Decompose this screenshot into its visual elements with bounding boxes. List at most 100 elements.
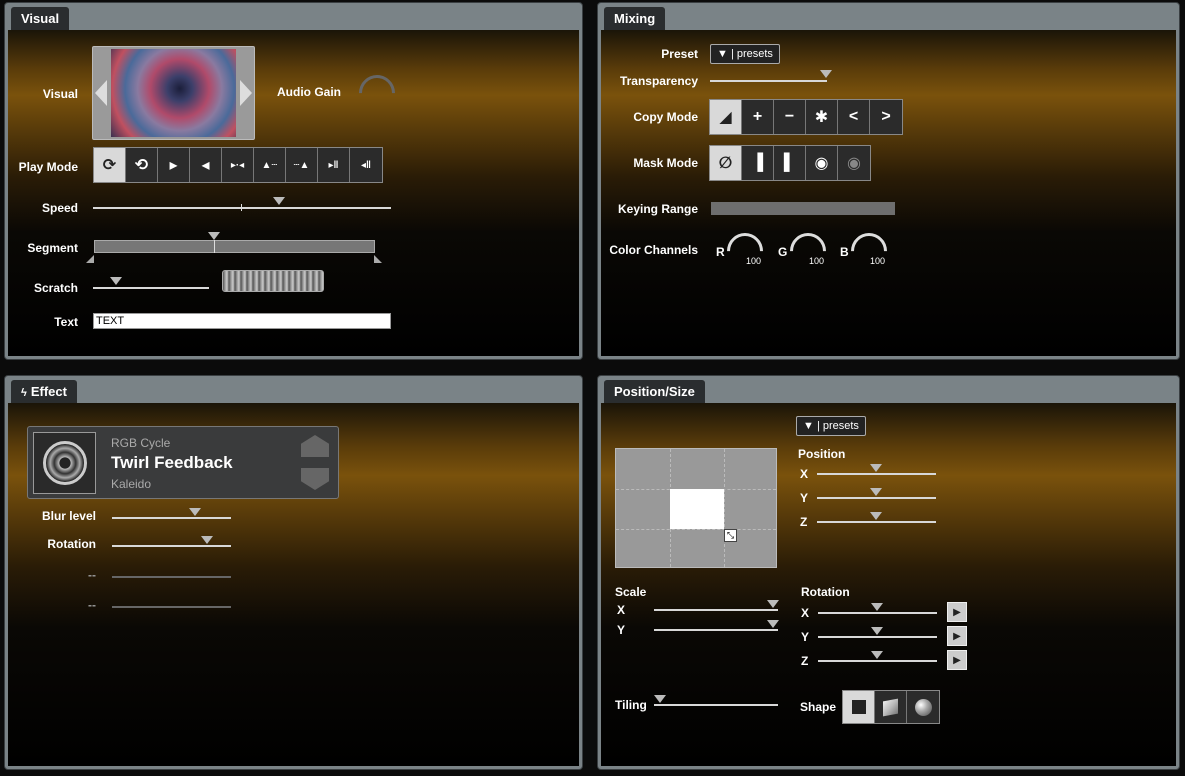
preview-frame[interactable] (670, 489, 724, 529)
tiling-slider[interactable] (654, 704, 778, 706)
mask-none-icon[interactable]: ∅ (710, 146, 742, 180)
speed-thumb[interactable] (273, 197, 285, 205)
play-pause-backward-icon[interactable]: ◂‖ (350, 148, 382, 182)
position-presets-button[interactable]: ▼ | presets (796, 416, 866, 436)
position-y-slider[interactable] (817, 497, 936, 499)
scale-x-slider[interactable] (654, 609, 778, 611)
segment-start-handle[interactable] (86, 255, 94, 263)
channel-g-value: 100 (809, 256, 825, 266)
rotation-x-play-icon[interactable]: ▶ (947, 602, 967, 622)
rotation-thumb[interactable] (201, 536, 213, 544)
rotation-x-thumb[interactable] (871, 603, 883, 611)
mask-luma-icon[interactable]: ▐ (742, 146, 774, 180)
mask-mode-label: Mask Mode (633, 156, 698, 170)
position-z-slider[interactable] (817, 521, 936, 523)
position-x-thumb[interactable] (870, 464, 882, 472)
mask-circle-inverse-icon[interactable]: ◉ (838, 146, 870, 180)
shape-plane-icon[interactable] (843, 691, 875, 723)
copy-mode-blend-icon[interactable]: ◢ (710, 100, 742, 134)
empty-param-2-slider (112, 606, 231, 608)
scratch-slider[interactable] (93, 287, 209, 289)
copy-mode-subtract-icon[interactable]: − (774, 100, 806, 134)
position-y-thumb[interactable] (870, 488, 882, 496)
effect-tab[interactable]: ϟ Effect (11, 380, 77, 403)
channel-b-label: B (840, 245, 849, 259)
bounce-icon[interactable]: ▸·◂ (222, 148, 254, 182)
ramp-down-icon[interactable]: ┄▲ (286, 148, 318, 182)
ramp-up-icon[interactable]: ▲┄ (254, 148, 286, 182)
effect-name: Twirl Feedback (111, 453, 233, 472)
keying-range-bar[interactable] (711, 202, 895, 215)
position-y-label: Y (800, 491, 809, 505)
loop-forward-icon[interactable]: ⟳ (94, 148, 126, 182)
scale-y-slider[interactable] (654, 629, 778, 631)
blur-level-slider[interactable] (112, 517, 231, 519)
copy-mode-add-icon[interactable]: + (742, 100, 774, 134)
resize-handle-icon[interactable]: ⤡ (724, 529, 737, 542)
mask-inverse-luma-icon[interactable]: ▌ (774, 146, 806, 180)
channel-b-value: 100 (870, 256, 886, 266)
loop-backward-icon[interactable]: ⟲ (126, 148, 158, 182)
transparency-thumb[interactable] (820, 70, 832, 78)
speed-center-tick (241, 204, 242, 211)
rotation-label: Rotation (47, 537, 96, 551)
position-x-slider[interactable] (817, 473, 936, 475)
rotation-z-label: Z (801, 654, 809, 668)
rotation-y-slider[interactable] (818, 636, 937, 638)
channel-r-label: R (716, 245, 725, 259)
effect-card[interactable]: RGB Cycle Twirl Feedback Kaleido (27, 426, 339, 499)
tiling-thumb[interactable] (654, 695, 666, 703)
rotation-y-thumb[interactable] (871, 627, 883, 635)
rotation-x-label: X (801, 606, 810, 620)
effect-up-icon[interactable] (301, 435, 329, 457)
copy-mode-label: Copy Mode (633, 110, 698, 124)
effect-category: RGB Cycle (111, 436, 171, 450)
rotation-z-play-icon[interactable]: ▶ (947, 650, 967, 670)
copy-mode-min-icon[interactable]: < (838, 100, 870, 134)
empty-param-1-label: -- (88, 568, 96, 582)
mixing-presets-button[interactable]: ▼ | presets (710, 44, 780, 64)
position-z-label: Z (800, 515, 808, 529)
visual-tab[interactable]: Visual (11, 7, 70, 30)
segment-end-handle[interactable] (374, 255, 382, 263)
prev-visual-icon[interactable] (95, 80, 107, 106)
blur-level-thumb[interactable] (189, 508, 201, 516)
speed-slider[interactable] (93, 207, 391, 209)
next-visual-icon[interactable] (240, 80, 252, 106)
position-z-thumb[interactable] (870, 512, 882, 520)
channel-r-value: 100 (746, 256, 762, 266)
position-preview[interactable]: ⤡ (615, 448, 777, 568)
position-tab[interactable]: Position/Size (604, 380, 705, 403)
rotation-y-label: Y (801, 630, 810, 644)
play-forward-icon[interactable]: ▸ (158, 148, 190, 182)
rotation-z-thumb[interactable] (871, 651, 883, 659)
copy-mode-max-icon[interactable]: > (870, 100, 902, 134)
rotation-slider[interactable] (112, 545, 231, 547)
rotation-x-slider[interactable] (818, 612, 937, 614)
mask-circle-icon[interactable]: ◉ (806, 146, 838, 180)
scale-x-thumb[interactable] (767, 600, 779, 608)
shape-buttons (842, 690, 940, 724)
segment-thumb[interactable] (208, 232, 220, 240)
shape-cube-icon[interactable] (875, 691, 907, 723)
scratch-thumb[interactable] (110, 277, 122, 285)
visual-thumbnail-frame[interactable] (92, 46, 255, 140)
play-backward-icon[interactable]: ◂ (190, 148, 222, 182)
play-pause-forward-icon[interactable]: ▸‖ (318, 148, 350, 182)
scale-y-label: Y (617, 623, 626, 637)
copy-mode-multiply-icon[interactable]: ✱ (806, 100, 838, 134)
segment-center-tick (214, 240, 215, 253)
text-input[interactable]: TEXT (93, 313, 391, 329)
rotation-z-slider[interactable] (818, 660, 937, 662)
scratch-label: Scratch (33, 281, 78, 295)
segment-bar[interactable] (94, 240, 375, 253)
transparency-label: Transparency (619, 74, 698, 88)
mixing-tab[interactable]: Mixing (604, 7, 666, 30)
rotation-section-label: Rotation (801, 585, 850, 599)
scale-y-thumb[interactable] (767, 620, 779, 628)
transparency-slider[interactable] (710, 80, 827, 82)
scratch-wheel[interactable] (222, 270, 324, 292)
rotation-y-play-icon[interactable]: ▶ (947, 626, 967, 646)
effect-down-icon[interactable] (301, 468, 329, 490)
shape-sphere-icon[interactable] (907, 691, 939, 723)
